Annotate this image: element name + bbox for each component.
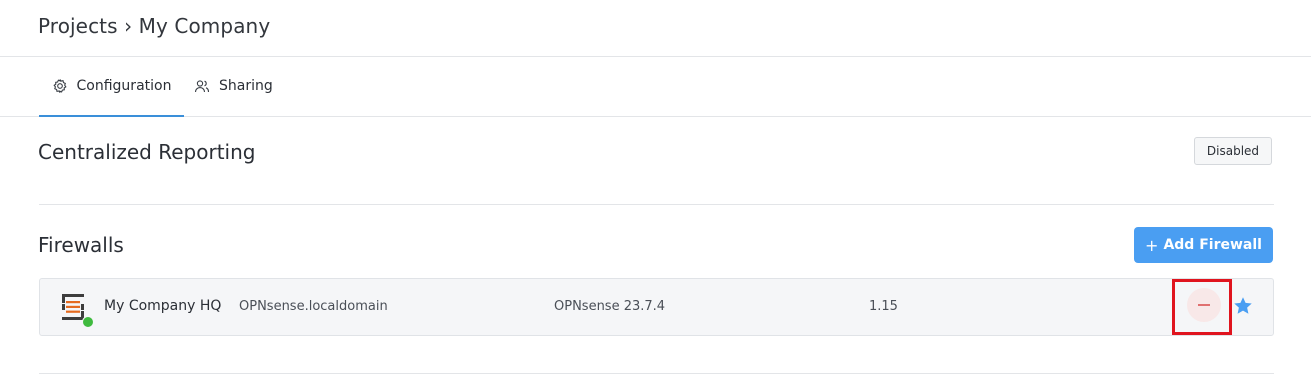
tab-configuration[interactable]: Configuration (39, 57, 184, 117)
firewall-name[interactable]: My Company HQ (104, 298, 221, 314)
section-divider (39, 204, 1274, 205)
online-status-dot (82, 316, 94, 328)
firewall-hostname: OPNsense.localdomain (239, 299, 388, 314)
plus-icon: + (1145, 235, 1159, 255)
firewall-row[interactable]: My Company HQ OPNsense.localdomain OPNse… (39, 278, 1274, 336)
remove-icon (1198, 304, 1210, 306)
gear-icon (52, 78, 68, 94)
users-icon (194, 78, 210, 94)
remove-firewall-button[interactable] (1187, 288, 1221, 322)
tab-sharing[interactable]: Sharing (194, 57, 284, 115)
firewall-version: OPNsense 23.7.4 (554, 299, 666, 314)
centralized-reporting-title: Centralized Reporting (38, 140, 256, 164)
tab-sharing-label: Sharing (219, 78, 273, 94)
add-firewall-label: Add Firewall (1163, 237, 1262, 253)
firewalls-title: Firewalls (38, 233, 124, 257)
reporting-status-badge[interactable]: Disabled (1194, 137, 1272, 165)
page-header: Projects › My Company (0, 0, 1311, 57)
add-firewall-button[interactable]: + Add Firewall (1134, 227, 1273, 263)
tab-bar: Configuration Sharing (0, 57, 1311, 117)
section-divider-bottom (39, 373, 1274, 374)
star-icon[interactable] (1232, 295, 1254, 317)
tab-configuration-label: Configuration (76, 78, 172, 94)
breadcrumb: Projects › My Company (38, 14, 271, 38)
firewall-value: 1.15 (869, 299, 898, 314)
